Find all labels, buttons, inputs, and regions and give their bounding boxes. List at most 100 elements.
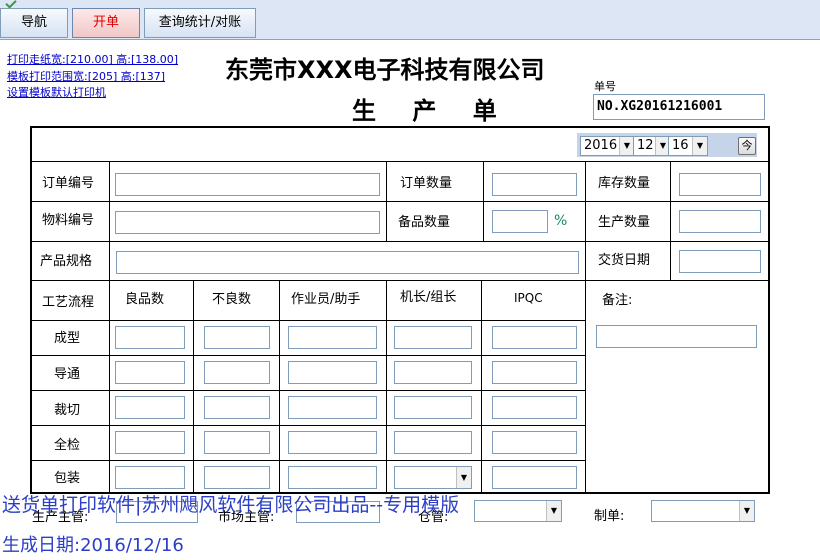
month-select[interactable]: 12 ▼ <box>633 136 671 156</box>
defect-qty-input[interactable] <box>204 466 270 489</box>
year-value: 2016 <box>584 138 618 153</box>
good-qty-input[interactable] <box>115 326 185 349</box>
col-divider <box>109 161 110 492</box>
col-divider <box>585 161 586 492</box>
leader-input[interactable] <box>394 326 472 349</box>
paper-size-link[interactable]: 打印走纸宽:[210.00] 高:[138.00] <box>7 51 178 67</box>
operator-header: 作业员/助手 <box>291 292 361 307</box>
product-spec-input[interactable] <box>116 251 579 274</box>
spare-qty-label: 备品数量 <box>398 215 451 230</box>
product-spec-label: 产品规格 <box>40 254 93 269</box>
row-divider <box>32 161 768 162</box>
generated-date: 生成日期:2016/12/16 <box>2 535 184 556</box>
percent-sign: % <box>554 213 568 229</box>
chevron-down-icon: ▼ <box>692 137 707 155</box>
defect-qty-input[interactable] <box>204 326 270 349</box>
made-by-select[interactable]: ▼ <box>651 500 755 522</box>
operator-input[interactable] <box>288 431 377 454</box>
order-qty-label: 订单数量 <box>400 176 453 191</box>
tab-create-order[interactable]: 开单 <box>72 8 140 38</box>
row-divider <box>32 241 768 242</box>
leader-input[interactable] <box>394 361 472 384</box>
delivery-date-label: 交货日期 <box>598 253 651 268</box>
software-watermark: 送货单打印软件|苏州飓风软件有限公司出品--专用模版 <box>2 494 460 516</box>
col-divider <box>483 161 484 241</box>
chevron-down-icon: ▼ <box>619 137 634 155</box>
template-range-link[interactable]: 模板打印范围宽:[205] 高:[137] <box>7 68 165 84</box>
chevron-down-icon: ▼ <box>739 501 754 521</box>
process-header: 工艺流程 <box>42 295 95 310</box>
process-row-label: 裁切 <box>54 403 81 418</box>
defect-qty-input[interactable] <box>204 431 270 454</box>
ipqc-input[interactable] <box>492 396 577 419</box>
order-no-label: 单号 <box>594 80 616 93</box>
process-row-label: 导通 <box>54 367 81 382</box>
operator-input[interactable] <box>288 396 377 419</box>
ipqc-input[interactable] <box>492 431 577 454</box>
good-qty-input[interactable] <box>115 361 185 384</box>
production-qty-input[interactable] <box>679 210 761 233</box>
defect-qty-header: 不良数 <box>212 292 252 307</box>
leader-input[interactable] <box>394 431 472 454</box>
material-code-label: 物料编号 <box>42 213 95 228</box>
process-row-label: 包装 <box>54 471 81 486</box>
col-divider <box>279 280 280 492</box>
tab-navigation[interactable]: 导航 <box>0 8 68 38</box>
defect-qty-input[interactable] <box>204 396 270 419</box>
year-select[interactable]: 2016 ▼ <box>580 136 635 156</box>
operator-input[interactable] <box>288 466 377 489</box>
ipqc-input[interactable] <box>492 326 577 349</box>
remark-input[interactable] <box>596 325 757 348</box>
today-button[interactable]: 今 <box>738 137 756 155</box>
order-no-field[interactable]: NO.XG20161216001 <box>593 94 765 120</box>
order-qty-input[interactable] <box>492 173 577 196</box>
day-select[interactable]: 16 ▼ <box>668 136 708 156</box>
tab-query-reconcile[interactable]: 查询统计/对账 <box>144 8 256 38</box>
spare-qty-input[interactable] <box>492 210 548 233</box>
production-form: 2016 ▼ 12 ▼ 16 ▼ 今 订单编号 订单数量 库存数量 物料编号 备… <box>30 126 770 494</box>
process-row-label: 全检 <box>54 438 81 453</box>
col-divider <box>193 280 194 492</box>
made-by-label: 制单: <box>594 509 625 524</box>
leader-input[interactable] <box>394 396 472 419</box>
order-code-label: 订单编号 <box>42 176 95 191</box>
good-qty-input[interactable] <box>115 466 185 489</box>
row-divider <box>32 355 585 356</box>
tab-bar: 导航 开单 查询统计/对账 <box>0 0 820 40</box>
leader-select[interactable]: ▼ <box>394 466 472 489</box>
row-divider <box>32 201 768 202</box>
document-title: 生 产 单 <box>352 97 511 125</box>
ipqc-input[interactable] <box>492 466 577 489</box>
production-qty-label: 生产数量 <box>598 215 651 230</box>
delivery-date-input[interactable] <box>679 250 761 273</box>
col-divider <box>386 280 387 492</box>
defect-qty-input[interactable] <box>204 361 270 384</box>
row-divider <box>32 460 585 461</box>
col-divider <box>386 161 387 241</box>
ipqc-input[interactable] <box>492 361 577 384</box>
row-divider <box>32 390 585 391</box>
stock-qty-input[interactable] <box>679 173 761 196</box>
chevron-down-icon: ▼ <box>456 467 471 488</box>
default-printer-link[interactable]: 设置模板默认打印机 <box>7 84 106 100</box>
good-qty-input[interactable] <box>115 396 185 419</box>
ipqc-header: IPQC <box>514 291 543 305</box>
row-divider <box>32 280 768 281</box>
material-code-input[interactable] <box>115 211 380 234</box>
remark-label: 备注: <box>602 293 633 308</box>
stock-qty-label: 库存数量 <box>598 176 651 191</box>
company-title: 东莞市XXX电子科技有限公司 <box>225 56 545 84</box>
good-qty-input[interactable] <box>115 431 185 454</box>
process-row-label: 成型 <box>54 331 81 346</box>
good-qty-header: 良品数 <box>125 292 165 307</box>
row-divider <box>32 320 585 321</box>
leader-header: 机长/组长 <box>400 290 457 305</box>
row-divider <box>32 425 585 426</box>
order-code-input[interactable] <box>115 173 380 196</box>
operator-input[interactable] <box>288 361 377 384</box>
warehouse-select[interactable]: ▼ <box>474 500 562 522</box>
operator-input[interactable] <box>288 326 377 349</box>
day-value: 16 <box>672 138 689 153</box>
month-value: 12 <box>637 138 654 153</box>
chevron-down-icon: ▼ <box>546 501 561 521</box>
